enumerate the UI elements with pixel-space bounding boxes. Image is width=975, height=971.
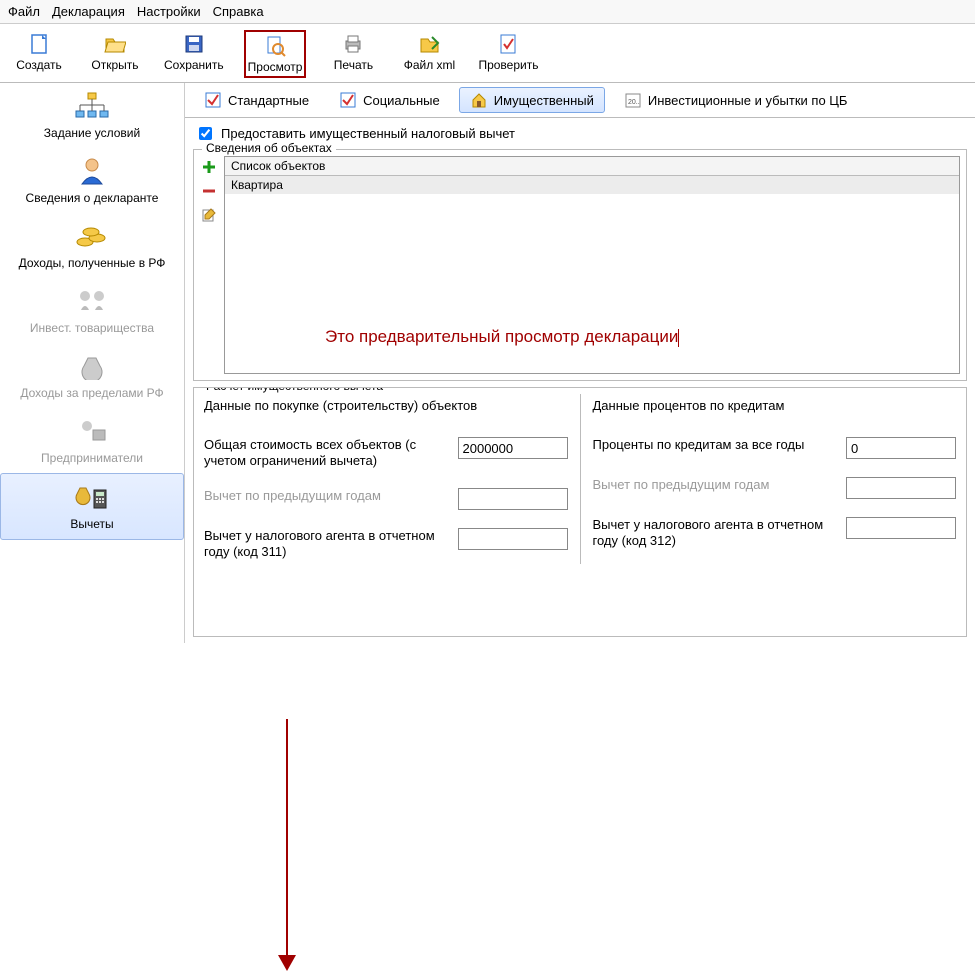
menubar: Файл Декларация Настройки Справка (0, 0, 975, 24)
xml-button[interactable]: Файл xml (400, 30, 458, 78)
sidebar-item-income-foreign: Доходы за пределами РФ (0, 343, 184, 408)
objects-group-title: Сведения об объектах (202, 141, 336, 155)
edit-object-button[interactable] (200, 206, 218, 224)
annotation-text: Это предварительный просмотр декларации (325, 327, 679, 347)
interest-prev-years-input[interactable] (846, 477, 956, 499)
field-label: Вычет по предыдущим годам (593, 477, 837, 493)
tab-property[interactable]: Имущественный (459, 87, 605, 113)
coins-icon (72, 219, 112, 253)
toolbar-label: Печать (334, 58, 373, 72)
field-label: Вычет по предыдущим годам (204, 488, 448, 504)
preview-button[interactable]: Просмотр (244, 30, 307, 78)
tab-label: Стандартные (228, 93, 309, 108)
sidebar: Задание условий Сведения о декларанте До… (0, 83, 185, 643)
calc-group: Расчет имущественного вычета Данные по п… (193, 387, 967, 637)
sidebar-item-label: Доходы за пределами РФ (20, 386, 163, 400)
sidebar-item-invest: Инвест. товарищества (0, 278, 184, 343)
money-bag-icon (72, 349, 112, 383)
tab-label: Социальные (363, 93, 440, 108)
sidebar-item-label: Доходы, полученные в РФ (19, 256, 166, 270)
interest-total-input[interactable] (846, 437, 956, 459)
sidebar-item-label: Инвест. товарищества (30, 321, 154, 335)
deduction-tabs: Стандартные Социальные Имущественный 20.… (185, 83, 975, 118)
calc-group-title: Расчет имущественного вычета (202, 387, 387, 393)
sidebar-item-income-rf[interactable]: Доходы, полученные в РФ (0, 213, 184, 278)
handshake-icon (72, 284, 112, 318)
calculator-coins-icon (72, 480, 112, 514)
sidebar-item-entrepreneurs: Предприниматели (0, 408, 184, 473)
prev-years-deduction-input[interactable] (458, 488, 568, 510)
objects-list-row[interactable]: Квартира (225, 176, 959, 194)
svg-text:20..: 20.. (628, 99, 640, 106)
calendar-icon: 20.. (624, 91, 642, 109)
xml-file-icon (417, 32, 441, 56)
objects-list[interactable]: Список объектов Квартира Это предварител… (224, 156, 960, 374)
save-button[interactable]: Сохранить (162, 30, 226, 78)
person-icon (72, 154, 112, 188)
field-label: Общая стоимость всех объектов (с учетом … (204, 437, 448, 470)
print-button[interactable]: Печать (324, 30, 382, 78)
add-object-button[interactable] (200, 158, 218, 176)
open-button[interactable]: Открыть (86, 30, 144, 78)
main-area: Стандартные Социальные Имущественный 20.… (185, 83, 975, 643)
menu-declaration[interactable]: Декларация (52, 4, 125, 19)
toolbar: Создать Открыть Сохранить Просмотр Печат… (0, 24, 975, 83)
toolbar-label: Файл xml (404, 58, 456, 72)
sidebar-item-deductions[interactable]: Вычеты (0, 473, 184, 540)
check-box-icon (204, 91, 222, 109)
toolbar-label: Создать (16, 58, 62, 72)
agent-deduction-311-input[interactable] (458, 528, 568, 550)
total-cost-input[interactable] (458, 437, 568, 459)
tab-label: Инвестиционные и убытки по ЦБ (648, 93, 848, 108)
tab-label: Имущественный (494, 93, 594, 108)
tab-social[interactable]: Социальные (328, 87, 451, 113)
menu-file[interactable]: Файл (8, 4, 40, 19)
check-box-icon (339, 91, 357, 109)
new-file-icon (27, 32, 51, 56)
objects-group: Сведения об объектах Список объектов Ква… (193, 149, 967, 381)
field-label: Проценты по кредитам за все годы (593, 437, 837, 453)
toolbar-label: Сохранить (164, 58, 224, 72)
sidebar-item-label: Сведения о декларанте (26, 191, 159, 205)
calc-col-title: Данные по покупке (строительству) объект… (204, 398, 568, 413)
toolbar-label: Проверить (478, 58, 538, 72)
menu-help[interactable]: Справка (213, 4, 264, 19)
printer-icon (341, 32, 365, 56)
toolbar-label: Просмотр (248, 60, 303, 74)
tab-standard[interactable]: Стандартные (193, 87, 320, 113)
sidebar-item-declarant[interactable]: Сведения о декларанте (0, 148, 184, 213)
check-page-icon (496, 32, 520, 56)
magnifier-page-icon (263, 34, 287, 58)
field-label: Вычет у налогового агента в отчетном год… (204, 528, 448, 561)
sidebar-item-label: Предприниматели (41, 451, 143, 465)
briefcase-icon (72, 414, 112, 448)
objects-toolbar (200, 156, 218, 374)
create-button[interactable]: Создать (10, 30, 68, 78)
provide-deduction-checkbox[interactable] (199, 127, 212, 140)
house-icon (470, 91, 488, 109)
tree-icon (72, 89, 112, 123)
check-button[interactable]: Проверить (476, 30, 540, 78)
sidebar-item-label: Задание условий (44, 126, 140, 140)
tab-invest-losses[interactable]: 20.. Инвестиционные и убытки по ЦБ (613, 87, 859, 113)
calc-col-title: Данные процентов по кредитам (593, 398, 957, 413)
objects-list-header: Список объектов (225, 157, 959, 176)
sidebar-item-conditions[interactable]: Задание условий (0, 83, 184, 148)
provide-deduction-label: Предоставить имущественный налоговый выч… (221, 126, 515, 141)
folder-open-icon (103, 32, 127, 56)
calc-col-interest: Данные процентов по кредитам Проценты по… (589, 394, 961, 564)
field-label: Вычет у налогового агента в отчетном год… (593, 517, 837, 550)
sidebar-item-label: Вычеты (70, 517, 113, 531)
agent-deduction-312-input[interactable] (846, 517, 956, 539)
toolbar-label: Открыть (91, 58, 138, 72)
floppy-disk-icon (182, 32, 206, 56)
remove-object-button[interactable] (200, 182, 218, 200)
menu-settings[interactable]: Настройки (137, 4, 201, 19)
calc-col-purchase: Данные по покупке (строительству) объект… (200, 394, 581, 564)
